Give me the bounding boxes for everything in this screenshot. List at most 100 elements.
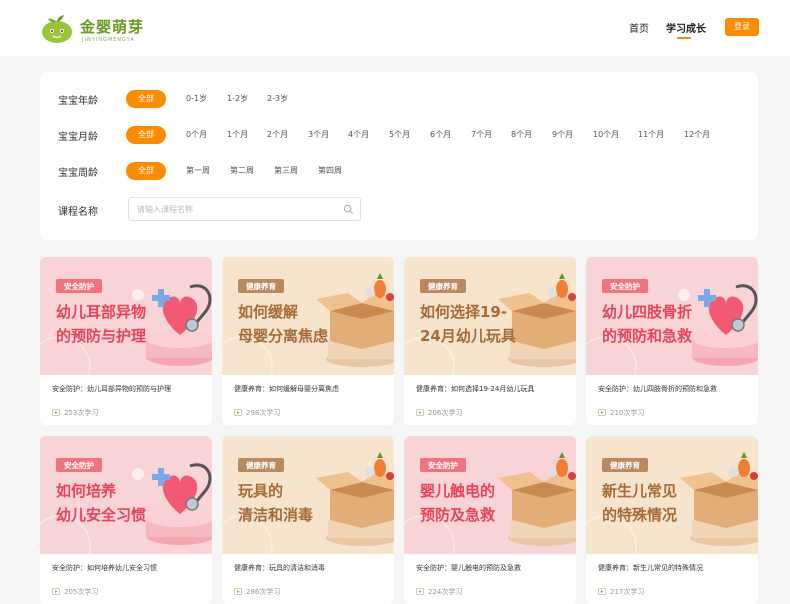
brand-name: 金婴萌芽 [80,18,145,36]
month-option[interactable]: 1个月 [227,126,248,144]
course-title[interactable]: 健康养育：如何缓解母婴分离焦虑 [234,384,389,394]
month-option[interactable]: 5个月 [389,126,410,144]
category-badge-text: 安全防护 [428,460,458,470]
age-option-all[interactable]: 全部 [126,90,166,108]
thumbnail-headline-line2: 母婴分离焦虑 [238,327,328,345]
month-option[interactable]: 12个月 [684,126,710,144]
thumbnail-headline-line1: 幼儿耳部异物 [56,303,146,321]
course-thumbnail[interactable]: 安全防护 幼儿耳部异物 的预防与护理 [40,257,212,375]
filter-row-week: 宝宝周龄 全部 第一周 第二周 第三周 第四周 [40,161,758,181]
month-option[interactable]: 10个月 [593,126,619,144]
course-search-input[interactable] [137,202,332,217]
play-icon [52,588,60,595]
course-views: 206次学习 [416,408,462,418]
month-option[interactable]: 11个月 [638,126,664,144]
category-badge-text: 健康养育 [246,460,276,470]
course-views-text: 210次学习 [610,409,645,417]
week-option[interactable]: 第三周 [274,162,298,180]
month-option[interactable]: 4个月 [348,126,369,144]
category-badge-text: 健康养育 [246,281,276,291]
play-icon [234,588,242,595]
play-icon [234,409,242,416]
thumbnail-headline-line2: 的预防与护理 [56,327,146,345]
nav-learning-growth[interactable]: 学习成长 [666,20,706,35]
thumbnail-headline-line1: 玩具的 [238,482,283,500]
thumbnail-headline-line2: 的预防和急救 [602,327,692,345]
course-thumbnail[interactable]: 健康养育 玩具的 清洁和消毒 [222,436,394,554]
month-option[interactable]: 6个月 [430,126,451,144]
course-title[interactable]: 安全防护：幼儿耳部异物的预防与护理 [52,384,207,394]
age-option[interactable]: 0-1岁 [186,90,207,108]
course-card[interactable]: 健康养育 玩具的 清洁和消毒 健康养育：玩具的清洁和消毒 286次学习 [222,436,394,604]
month-option[interactable]: 3个月 [308,126,329,144]
filter-label-month: 宝宝月龄 [58,132,98,143]
course-title[interactable]: 安全防护：幼儿四肢骨折的预防和急救 [598,384,753,394]
course-title[interactable]: 健康养育：新生儿常见的特殊情况 [598,563,753,573]
filter-label-week: 宝宝周龄 [58,168,98,179]
thumbnail-headline-line2: 预防及急救 [420,506,495,524]
filter-label-course: 课程名称 [58,207,98,218]
course-card[interactable]: 健康养育 新生儿常见 的特殊情况 健康养育：新生儿常见的特殊情况 217次学习 [586,436,758,604]
search-icon[interactable] [343,204,354,215]
nav-active-indicator [677,37,691,39]
course-views: 217次学习 [598,587,644,597]
play-icon [598,588,606,595]
week-option-all[interactable]: 全部 [126,162,166,180]
course-views: 253次学习 [52,408,98,418]
category-badge-text: 健康养育 [428,281,458,291]
week-option[interactable]: 第一周 [186,162,210,180]
course-views: 210次学习 [598,408,644,418]
course-views-text: 253次学习 [64,409,99,417]
month-option[interactable]: 7个月 [471,126,492,144]
course-title[interactable]: 安全防护：婴儿触电的预防及急救 [416,563,571,573]
month-option[interactable]: 8个月 [511,126,532,144]
course-card[interactable]: 安全防护 如何培养 幼儿安全习惯 安全防护：如何培养幼儿安全习惯 205次学习 [40,436,212,604]
course-thumbnail[interactable]: 安全防护 婴儿触电的 预防及急救 [404,436,576,554]
thumbnail-headline-line2: 24月幼儿玩具 [420,327,516,345]
play-icon [416,588,424,595]
week-option[interactable]: 第四周 [318,162,342,180]
nav-home[interactable]: 首页 [629,20,649,35]
course-card[interactable]: 安全防护 婴儿触电的 预防及急救 安全防护：婴儿触电的预防及急救 224次学习 [404,436,576,604]
age-option[interactable]: 1-2岁 [227,90,248,108]
course-title[interactable]: 健康养育：玩具的清洁和消毒 [234,563,389,573]
thumbnail-headline-line1: 婴儿触电的 [420,482,495,500]
course-title[interactable]: 安全防护：如何培养幼儿安全习惯 [52,563,207,573]
course-thumbnail[interactable]: 安全防护 幼儿四肢骨折 的预防和急救 [586,257,758,375]
filter-row-age: 宝宝年龄 全部 0-1岁 1-2岁 2-3岁 [40,89,758,109]
course-views-text: 224次学习 [428,588,463,596]
month-option[interactable]: 2个月 [267,126,288,144]
course-views: 298次学习 [234,408,280,418]
thumbnail-headline-line2: 幼儿安全习惯 [56,506,146,524]
play-icon [416,409,424,416]
course-views: 286次学习 [234,587,280,597]
course-thumbnail[interactable]: 安全防护 如何培养 幼儿安全习惯 [40,436,212,554]
month-option-all[interactable]: 全部 [126,126,166,144]
thumbnail-headline-line1: 新生儿常见 [602,482,677,500]
play-icon [52,409,60,416]
course-thumbnail[interactable]: 健康养育 如何缓解 母婴分离焦虑 [222,257,394,375]
thumbnail-headline-line1: 如何缓解 [238,303,298,321]
course-thumbnail[interactable]: 健康养育 如何选择19- 24月幼儿玩具 [404,257,576,375]
brand-logo[interactable]: 金婴萌芽 JINYINGMENGYA [38,10,148,50]
course-views-text: 217次学习 [610,588,645,596]
filter-panel: 宝宝年龄 全部 0-1岁 1-2岁 2-3岁 宝宝月龄 全部 0个月 1个月 2… [40,72,758,240]
month-option[interactable]: 0个月 [186,126,207,144]
course-title[interactable]: 健康养育：如何选择19-24月幼儿玩具 [416,384,571,394]
course-search-box [128,197,361,221]
category-badge-text: 健康养育 [610,460,640,470]
course-card[interactable]: 安全防护 幼儿四肢骨折 的预防和急救 安全防护：幼儿四肢骨折的预防和急救 210… [586,257,758,425]
login-button[interactable]: 登录 [725,18,759,36]
course-card[interactable]: 健康养育 如何缓解 母婴分离焦虑 健康养育：如何缓解母婴分离焦虑 298次学习 [222,257,394,425]
category-badge-text: 安全防护 [64,281,94,291]
week-option[interactable]: 第二周 [230,162,254,180]
play-icon [598,409,606,416]
course-views: 205次学习 [52,587,98,597]
filter-row-month: 宝宝月龄 全部 0个月 1个月 2个月 3个月 4个月 5个月 6个月 7个月 … [40,125,758,145]
month-option[interactable]: 9个月 [552,126,573,144]
age-option[interactable]: 2-3岁 [267,90,288,108]
course-thumbnail[interactable]: 健康养育 新生儿常见 的特殊情况 [586,436,758,554]
course-card[interactable]: 健康养育 如何选择19- 24月幼儿玩具 健康养育：如何选择19-24月幼儿玩具… [404,257,576,425]
top-nav-bar: 金婴萌芽 JINYINGMENGYA 首页 学习成长 登录 [0,0,790,56]
course-card[interactable]: 安全防护 幼儿耳部异物 的预防与护理 安全防护：幼儿耳部异物的预防与护理 253… [40,257,212,425]
